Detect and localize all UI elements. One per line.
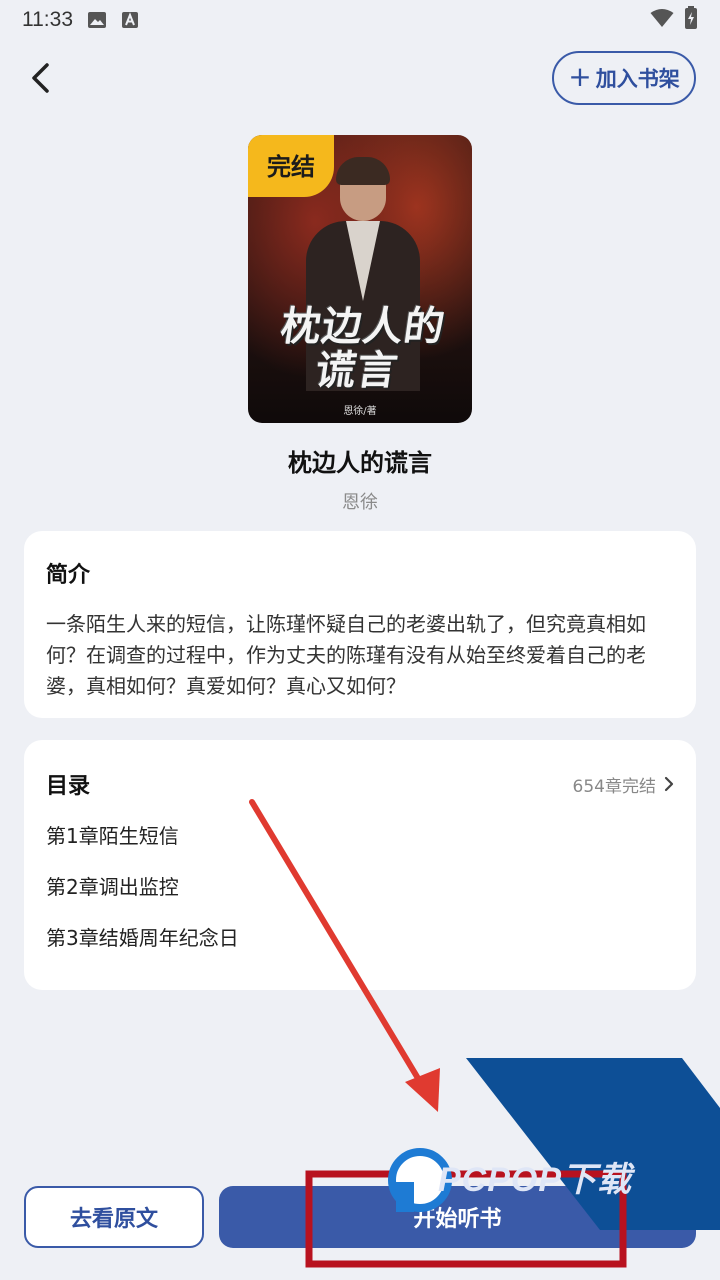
cover-title: 枕边人的 谎言 (248, 304, 472, 394)
text-a-icon (121, 11, 139, 29)
status-time: 11:33 (22, 8, 73, 31)
toc-card: 目录 654章完结 第1章陌生短信 第2章调出监控 第3章结婚周年纪念日 (24, 740, 696, 990)
annotation-arrowhead (405, 1068, 440, 1112)
chevron-left-icon (32, 63, 49, 93)
image-icon (87, 11, 107, 29)
toc-all-chapters-link[interactable]: 654章完结 (573, 772, 674, 797)
chapter-item[interactable]: 第1章陌生短信 (46, 820, 674, 871)
battery-charging-icon (684, 5, 698, 35)
cover-title-line2: 谎言 (312, 348, 402, 394)
watermark-text: PCPOP下载 (438, 1161, 633, 1199)
add-to-shelf-label: 加入书架 (595, 67, 680, 91)
cover-author: 恩徐/著 (343, 406, 377, 417)
plus-icon: + (568, 59, 592, 93)
intro-card: 简介 一条陌生人来的短信，让陈瑾怀疑自己的老婆出轨了，但究竟真相如何？在调查的过… (24, 531, 696, 718)
intro-text: 一条陌生人来的短信，让陈瑾怀疑自己的老婆出轨了，但究竟真相如何？在调查的过程中，… (46, 612, 646, 698)
cover-figure-hair (336, 157, 390, 185)
completed-badge: 完结 (248, 135, 334, 197)
book-author: 恩徐 (342, 492, 378, 513)
view-original-button[interactable]: 去看原文 (24, 1186, 204, 1248)
chapter-item[interactable]: 第2章调出监控 (46, 871, 674, 922)
add-to-shelf-button[interactable]: + 加入书架 (552, 51, 696, 105)
cover-title-line1: 枕边人的 (277, 304, 449, 350)
wifi-icon (650, 8, 674, 33)
intro-heading: 简介 (46, 563, 91, 588)
toc-heading: 目录 (46, 774, 91, 799)
chapter-item[interactable]: 第3章结婚周年纪念日 (46, 922, 674, 973)
toc-meta-text: 654章完结 (572, 776, 656, 797)
chapter-list: 第1章陌生短信 第2章调出监控 第3章结婚周年纪念日 (46, 820, 674, 973)
book-title: 枕边人的谎言 (288, 449, 432, 477)
book-cover: 完结 枕边人的 谎言 恩徐/著 (248, 135, 472, 423)
chevron-right-icon (664, 776, 674, 792)
back-button[interactable] (18, 56, 62, 100)
status-bar: 11:33 (0, 0, 720, 40)
